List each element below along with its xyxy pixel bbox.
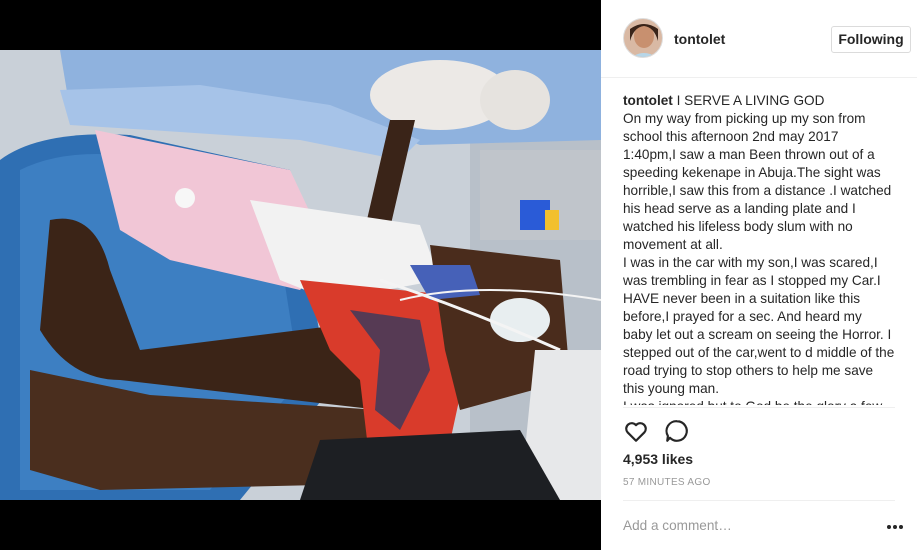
caption-username[interactable]: tontolet [623, 93, 673, 108]
likes-count[interactable]: 4,953 likes [623, 451, 693, 467]
post-header: tontolet Following [601, 0, 917, 78]
hospital-scene-photo [0, 50, 601, 500]
post-username[interactable]: tontolet [674, 31, 725, 47]
heart-icon[interactable] [623, 418, 649, 444]
following-button[interactable]: Following [831, 26, 911, 53]
post-media [0, 0, 601, 550]
post-caption: tontolet I SERVE A LIVING GOD On my way … [623, 92, 895, 405]
comment-box [623, 509, 903, 539]
caption-text: I SERVE A LIVING GOD On my way from pick… [623, 93, 895, 405]
comment-input[interactable] [623, 515, 873, 535]
post-side-panel: tontolet Following tontolet I SERVE A LI… [601, 0, 917, 550]
ellipsis-icon[interactable] [885, 519, 905, 529]
profile-picture [624, 19, 662, 57]
speech-bubble-icon[interactable] [664, 418, 690, 444]
post-photo[interactable] [0, 50, 601, 500]
post-timestamp[interactable]: 57 MINUTES AGO [623, 477, 711, 488]
caption-divider [623, 407, 895, 408]
comment-divider [623, 500, 895, 501]
avatar[interactable] [623, 18, 663, 58]
